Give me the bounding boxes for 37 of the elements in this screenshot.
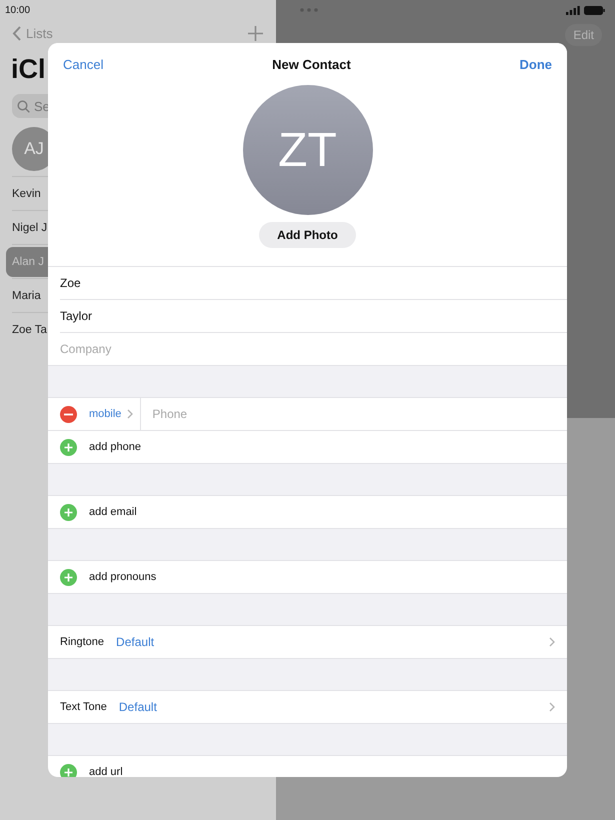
- setting-value[interactable]: Default: [118, 700, 157, 714]
- phone-label-button[interactable]: mobile: [89, 408, 122, 420]
- add-icon[interactable]: [60, 568, 77, 586]
- add-icon[interactable]: [60, 438, 77, 456]
- list-title: iCl: [11, 54, 46, 86]
- status-time: 10:00: [5, 4, 30, 16]
- contact-item[interactable]: Nigel J: [12, 222, 48, 234]
- contact-item[interactable]: Kevin: [12, 188, 41, 200]
- add-photo-button[interactable]: Add Photo: [259, 222, 356, 248]
- sheet-title: New Contact: [272, 56, 351, 72]
- setting-value[interactable]: Default: [116, 635, 154, 649]
- chevron-right-icon: [549, 702, 555, 712]
- add-field-label[interactable]: add url: [89, 766, 123, 777]
- add-field-label[interactable]: add phone: [89, 441, 141, 453]
- chevron-right-icon: [549, 637, 555, 647]
- done-button[interactable]: Done: [519, 56, 552, 72]
- remove-icon[interactable]: [60, 406, 77, 422]
- add-field-label[interactable]: add pronouns: [89, 571, 156, 583]
- contact-item[interactable]: Maria: [12, 290, 41, 302]
- add-icon[interactable]: [60, 764, 77, 777]
- chevron-left-icon: [12, 26, 21, 40]
- name-field[interactable]: Taylor: [60, 300, 567, 332]
- add-icon[interactable]: [248, 26, 263, 40]
- chevron-right-icon: [127, 409, 134, 419]
- signal-icon: [566, 6, 580, 14]
- contact-item[interactable]: Zoe Ta: [12, 324, 47, 336]
- battery-icon: [584, 6, 605, 14]
- add-field-label[interactable]: add email: [89, 506, 137, 518]
- contact-avatar: ZT: [242, 85, 372, 215]
- setting-label: Ringtone: [60, 636, 104, 648]
- company-field[interactable]: Company: [60, 333, 567, 365]
- add-icon[interactable]: [60, 504, 77, 520]
- phone-field[interactable]: Phone: [140, 397, 567, 431]
- cancel-button[interactable]: Cancel: [63, 56, 104, 72]
- name-field[interactable]: Zoe: [60, 267, 567, 299]
- setting-label: Text Tone: [60, 701, 107, 713]
- search-icon: [17, 100, 30, 112]
